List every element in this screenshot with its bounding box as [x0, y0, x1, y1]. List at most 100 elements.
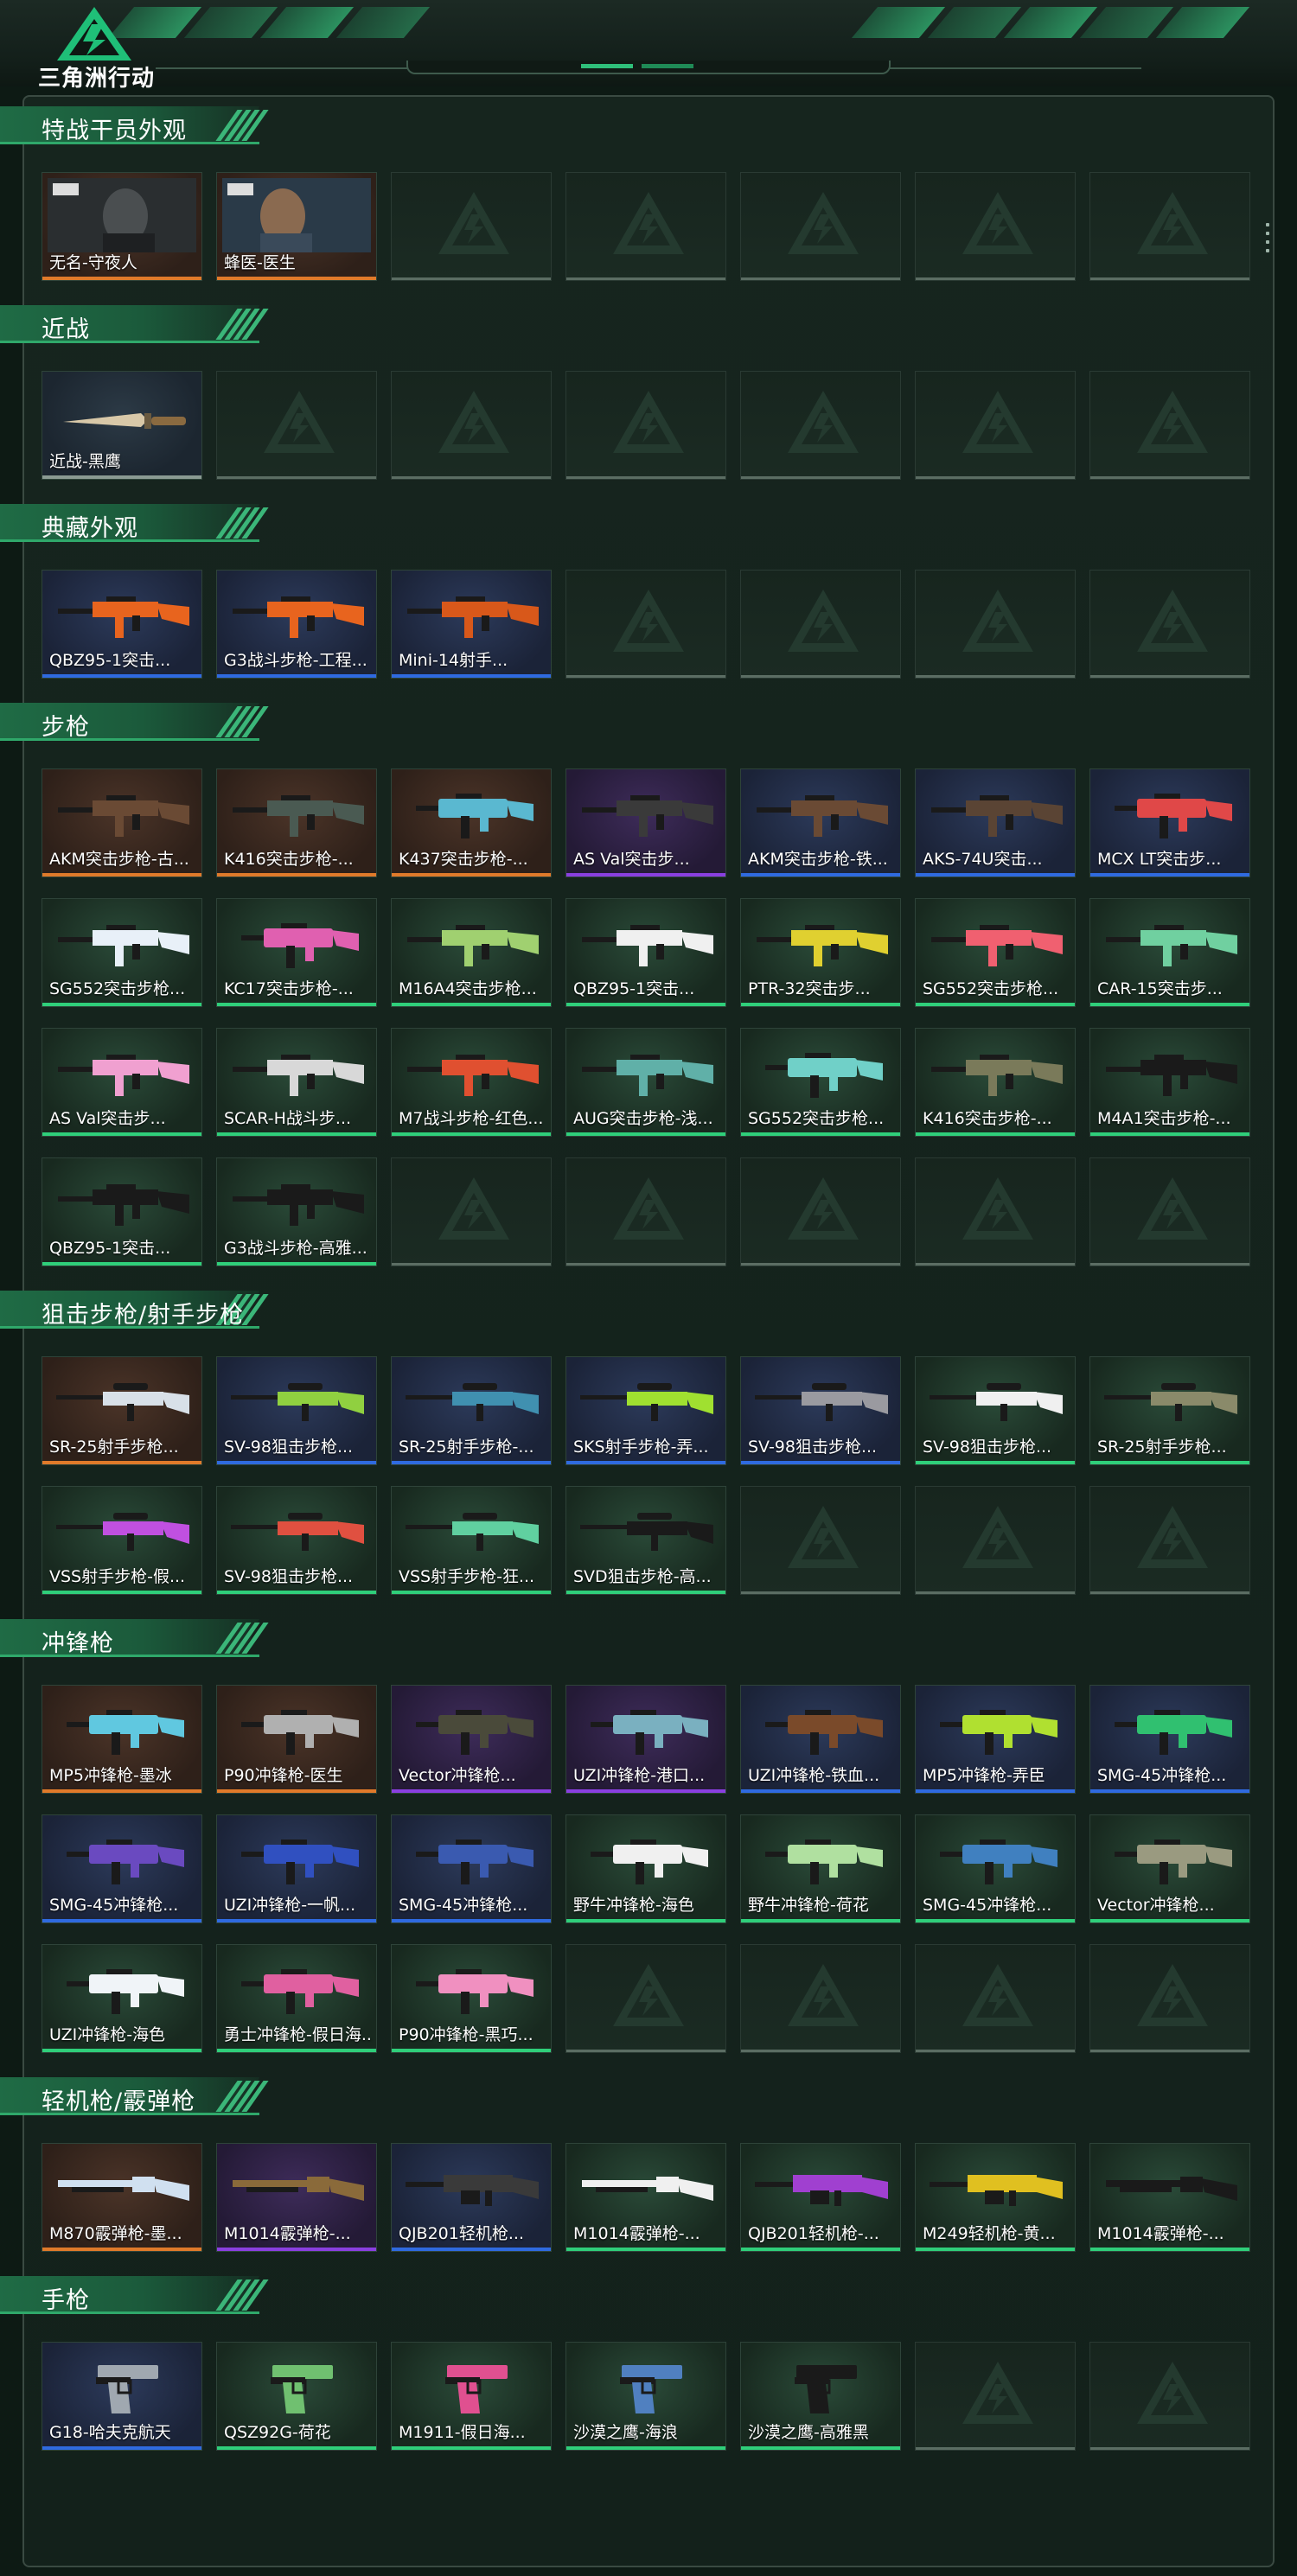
item-card[interactable]: VSS射手步枪-假... — [42, 1486, 202, 1595]
item-card[interactable]: SMG-45冲锋枪... — [42, 1814, 202, 1923]
section-header: 轻机枪/霰弹枪 — [0, 2077, 285, 2115]
item-card[interactable]: K437突击步枪-... — [391, 768, 552, 877]
item-card[interactable]: SMG-45冲锋枪... — [391, 1814, 552, 1923]
item-card[interactable]: 无名-守夜人 — [42, 172, 202, 281]
item-card[interactable]: CAR-15突击步... — [1089, 898, 1250, 1007]
item-card[interactable]: SG552突击步枪... — [740, 1028, 901, 1137]
item-card[interactable]: UZI冲锋枪-港口... — [565, 1685, 726, 1794]
item-card[interactable]: QBZ95-1突击... — [42, 1157, 202, 1266]
weapon-image — [229, 1831, 367, 1891]
item-card[interactable]: 野牛冲锋枪-海色 — [565, 1814, 726, 1923]
item-card[interactable]: 勇士冲锋枪-假日海... — [216, 1944, 377, 2053]
item-card[interactable]: AS Val突击步... — [565, 768, 726, 877]
item-card[interactable]: M7战斗步枪-红色... — [391, 1028, 552, 1137]
item-card[interactable]: QBZ95-1突击... — [565, 898, 726, 1007]
rarity-bar — [1090, 873, 1249, 877]
item-card[interactable]: K416突击步枪-... — [216, 768, 377, 877]
item-card[interactable]: QSZ92G-荷花 — [216, 2342, 377, 2451]
rarity-bar — [741, 1919, 900, 1922]
item-card[interactable]: SV-98狙击步枪... — [915, 1356, 1076, 1465]
item-card[interactable]: G18-哈夫克航天 — [42, 2342, 202, 2451]
weapon-image — [578, 1044, 717, 1105]
item-name: P90冲锋枪-黑巧... — [399, 2025, 533, 2044]
item-card[interactable]: SVD狙击步枪-高... — [565, 1486, 726, 1595]
item-card[interactable]: UZI冲锋枪-海色 — [42, 1944, 202, 2053]
rarity-bar — [916, 1461, 1075, 1464]
item-card[interactable]: UZI冲锋枪-铁血... — [740, 1685, 901, 1794]
rarity-bar — [566, 2248, 725, 2251]
item-card[interactable]: P90冲锋枪-医生 — [216, 1685, 377, 1794]
item-card[interactable]: PTR-32突击步... — [740, 898, 901, 1007]
item-card[interactable]: SR-25射手步枪... — [1089, 1356, 1250, 1465]
empty-slot — [740, 1944, 901, 2053]
item-card[interactable]: KC17突击步枪-... — [216, 898, 377, 1007]
item-card[interactable]: M1911-假日海... — [391, 2342, 552, 2451]
weapon-image — [54, 387, 193, 448]
item-card[interactable]: G3战斗步枪-工程... — [216, 570, 377, 679]
weapon-image — [404, 915, 542, 975]
item-card[interactable]: SV-98狙击步枪... — [740, 1356, 901, 1465]
item-card[interactable]: 野牛冲锋枪-荷花 — [740, 1814, 901, 1923]
item-card[interactable]: K416突击步枪-... — [915, 1028, 1076, 1137]
item-card[interactable]: Mini-14射手... — [391, 570, 552, 679]
item-card[interactable]: 蜂医-医生 — [216, 172, 377, 281]
weapon-image — [54, 915, 193, 975]
item-card[interactable]: UZI冲锋枪-一帆... — [216, 1814, 377, 1923]
item-card[interactable]: AUG突击步枪-浅... — [565, 1028, 726, 1137]
item-card[interactable]: SR-25射手步枪... — [42, 1356, 202, 1465]
item-card[interactable]: 近战-黑鹰 — [42, 371, 202, 480]
weapon-image — [54, 1174, 193, 1234]
item-card[interactable]: AKS-74U突击... — [915, 768, 1076, 877]
item-card[interactable]: AKM突击步枪-古... — [42, 768, 202, 877]
item-card[interactable]: SMG-45冲锋枪... — [1089, 1685, 1250, 1794]
item-card[interactable]: QJB201轻机枪-... — [740, 2143, 901, 2252]
item-card[interactable]: VSS射手步枪-狂... — [391, 1486, 552, 1595]
item-card[interactable]: M1014霰弹枪-... — [216, 2143, 377, 2252]
section-title: 近战 — [42, 316, 90, 343]
item-card[interactable]: SG552突击步枪... — [42, 898, 202, 1007]
scrollbar[interactable] — [1266, 223, 1269, 258]
item-name: P90冲锋枪-医生 — [224, 1766, 343, 1785]
item-name: SV-98狙击步枪... — [923, 1438, 1052, 1457]
item-card[interactable]: SMG-45冲锋枪... — [915, 1814, 1076, 1923]
weapon-image — [578, 1831, 717, 1891]
item-card[interactable]: SR-25射手步枪-... — [391, 1356, 552, 1465]
item-card[interactable]: M249轻机枪-黄... — [915, 2143, 1076, 2252]
item-card[interactable]: Vector冲锋枪... — [391, 1685, 552, 1794]
rarity-bar — [392, 2248, 551, 2251]
section-title: 典藏外观 — [42, 515, 138, 542]
item-card[interactable]: MCX LT突击步... — [1089, 768, 1250, 877]
item-card[interactable]: SCAR-H战斗步... — [216, 1028, 377, 1137]
item-card[interactable]: SKS射手步枪-弄... — [565, 1356, 726, 1465]
rarity-bar — [217, 1919, 376, 1922]
item-card[interactable]: SG552突击步枪... — [915, 898, 1076, 1007]
item-card[interactable]: M4A1突击步枪-... — [1089, 1028, 1250, 1137]
item-card[interactable]: QBZ95-1突击... — [42, 570, 202, 679]
item-card[interactable]: 沙漠之鹰-高雅黑 — [740, 2342, 901, 2451]
item-name: VSS射手步枪-假... — [49, 1567, 186, 1586]
item-card[interactable]: AS Val突击步... — [42, 1028, 202, 1137]
item-card[interactable]: G3战斗步枪-高雅... — [216, 1157, 377, 1266]
operator-portrait — [48, 178, 196, 252]
item-card[interactable]: P90冲锋枪-黑巧... — [391, 1944, 552, 2053]
item-card[interactable]: AKM突击步枪-铁... — [740, 768, 901, 877]
weapon-image — [54, 785, 193, 845]
item-card[interactable]: M16A4突击步枪... — [391, 898, 552, 1007]
item-card[interactable]: 沙漠之鹰-海浪 — [565, 2342, 726, 2451]
item-card[interactable]: Vector冲锋枪... — [1089, 1814, 1250, 1923]
rarity-bar — [1090, 1919, 1249, 1922]
item-card[interactable]: MP5冲锋枪-墨冰 — [42, 1685, 202, 1794]
item-card[interactable]: SV-98狙击步枪... — [216, 1356, 377, 1465]
weapon-image — [54, 2358, 193, 2419]
item-card[interactable]: M1014霰弹枪-... — [1089, 2143, 1250, 2252]
item-card[interactable]: M870霰弹枪-墨... — [42, 2143, 202, 2252]
item-name: QBZ95-1突击... — [573, 979, 695, 998]
rarity-bar — [217, 1591, 376, 1594]
item-card[interactable]: SV-98狙击步枪... — [216, 1486, 377, 1595]
item-name: QBZ95-1突击... — [49, 651, 171, 670]
weapon-image — [753, 1373, 891, 1433]
item-card[interactable]: MP5冲锋枪-弄臣 — [915, 1685, 1076, 1794]
item-card[interactable]: M1014霰弹枪-... — [565, 2143, 726, 2252]
item-card[interactable]: QJB201轻机枪... — [391, 2143, 552, 2252]
weapon-image — [404, 1502, 542, 1563]
